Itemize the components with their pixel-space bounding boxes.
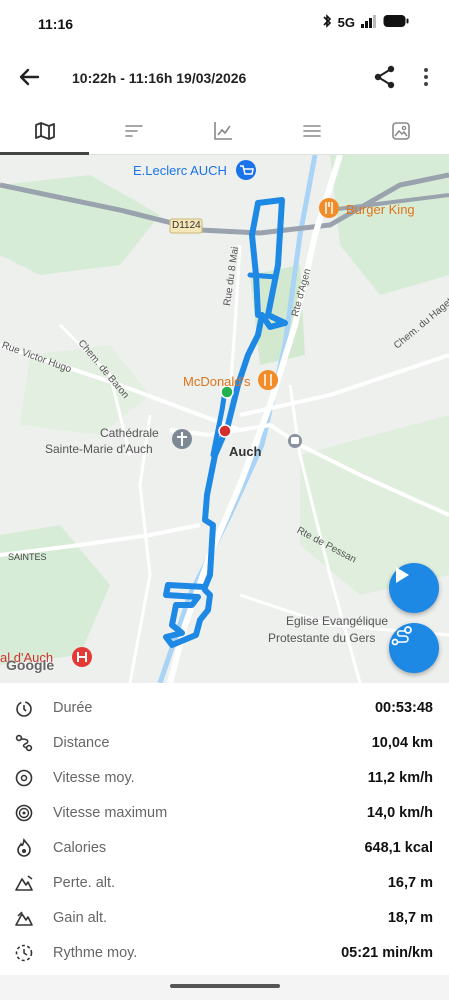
stat-row-elevation-gain: Gain alt. 18,7 m — [0, 901, 449, 935]
battery-icon — [383, 14, 409, 31]
stat-row-max-speed: Vitesse maximum 14,0 km/h — [0, 796, 449, 830]
stats-panel: Durée 00:53:48 Distance 10,04 km Vitesse… — [0, 683, 449, 975]
map-label-eglise-2: Protestante du Gers — [268, 631, 376, 645]
photo-icon — [391, 122, 410, 140]
tab-list[interactable] — [267, 108, 356, 154]
route-icon — [15, 734, 33, 752]
network-label: 5G — [337, 15, 355, 30]
home-indicator[interactable] — [170, 984, 280, 988]
stat-row-calories: Calories 648,1 kcal — [0, 831, 449, 865]
restaurant-icon — [319, 198, 339, 218]
stat-label: Gain alt. — [53, 910, 107, 926]
stat-label: Durée — [53, 700, 93, 716]
stat-value: 16,7 m — [387, 875, 433, 891]
tab-bar — [0, 108, 449, 155]
chart-icon — [213, 122, 232, 140]
stat-row-duration: Durée 00:53:48 — [0, 691, 449, 725]
map-label-mcdonalds: McDonald's — [183, 374, 251, 389]
stat-label: Calories — [53, 840, 107, 856]
page-title: 10:22h - 11:16h 19/03/2026 — [72, 70, 247, 86]
stat-row-avg-speed: Vitesse moy. 11,2 km/h — [0, 761, 449, 795]
signal-icon — [361, 14, 377, 31]
bluetooth-icon — [322, 14, 332, 31]
list-icon — [302, 125, 321, 137]
calories-icon — [17, 838, 31, 857]
stat-value: 648,1 kcal — [364, 840, 433, 856]
route-button[interactable] — [389, 623, 439, 673]
stat-label: Rythme moy. — [53, 945, 138, 961]
play-button[interactable] — [389, 563, 439, 613]
map-label-leclerc: E.Leclerc AUCH — [133, 163, 227, 178]
stat-value: 05:21 min/km — [341, 945, 433, 961]
navigation-bar — [0, 975, 449, 1000]
share-button[interactable] — [372, 64, 398, 90]
elevation-loss-icon — [15, 875, 33, 891]
stat-value: 18,7 m — [387, 910, 433, 926]
speed-avg-icon — [15, 769, 33, 787]
status-bar: 11:16 5G — [0, 0, 449, 50]
elevation-gain-icon — [15, 911, 33, 926]
tab-photo[interactable] — [356, 108, 445, 154]
back-button[interactable] — [14, 62, 44, 92]
timer-icon — [16, 701, 32, 717]
more-options-button[interactable] — [417, 64, 435, 90]
map-label-burger-king: Burger King — [346, 202, 415, 217]
stat-row-distance: Distance 10,04 km — [0, 726, 449, 760]
map-icon — [34, 122, 55, 140]
play-icon — [396, 567, 409, 583]
stat-value: 11,2 km/h — [367, 770, 433, 786]
stat-value: 00:53:48 — [374, 700, 433, 716]
map-label-d1124: D1124 — [172, 220, 201, 231]
route-icon — [391, 626, 412, 646]
route-map[interactable]: E.Leclerc AUCH Burger King D1124 Rue du … — [0, 155, 449, 683]
stat-value: 10,04 km — [371, 735, 433, 751]
app-bar: 10:22h - 11:16h 19/03/2026 — [0, 50, 449, 108]
status-time: 11:16 — [38, 16, 74, 32]
map-label-eglise-1: Eglise Evangélique — [286, 614, 389, 628]
stat-row-pace: Rythme moy. 05:21 min/km — [0, 936, 449, 970]
map-label-cathedrale-2: Sainte-Marie d'Auch — [45, 442, 153, 456]
stat-value: 14,0 km/h — [366, 805, 433, 821]
more-vert-icon — [424, 68, 428, 86]
speed-max-icon — [15, 804, 33, 822]
map-canvas — [0, 155, 449, 683]
sort-icon — [124, 125, 143, 137]
stat-row-elevation-loss: Perte. alt. 16,7 m — [0, 866, 449, 900]
map-label-saintes: SAINTES — [8, 552, 47, 562]
arrow-left-icon — [19, 68, 40, 86]
tab-map[interactable] — [0, 108, 89, 154]
stat-label: Distance — [53, 735, 110, 751]
map-label-auch: Auch — [229, 444, 262, 459]
end-marker — [218, 424, 232, 438]
tab-sort[interactable] — [89, 108, 178, 154]
map-label-cathedrale-1: Cathédrale — [100, 426, 159, 440]
stat-label: Perte. alt. — [53, 875, 116, 891]
pace-icon — [15, 944, 33, 962]
tab-chart[interactable] — [178, 108, 267, 154]
restaurant-icon-2 — [258, 370, 278, 390]
stat-label: Vitesse maximum — [53, 805, 168, 821]
stat-label: Vitesse moy. — [53, 770, 135, 786]
status-icons: 5G — [322, 14, 409, 31]
share-icon — [374, 65, 395, 89]
google-logo: Google — [6, 657, 55, 673]
